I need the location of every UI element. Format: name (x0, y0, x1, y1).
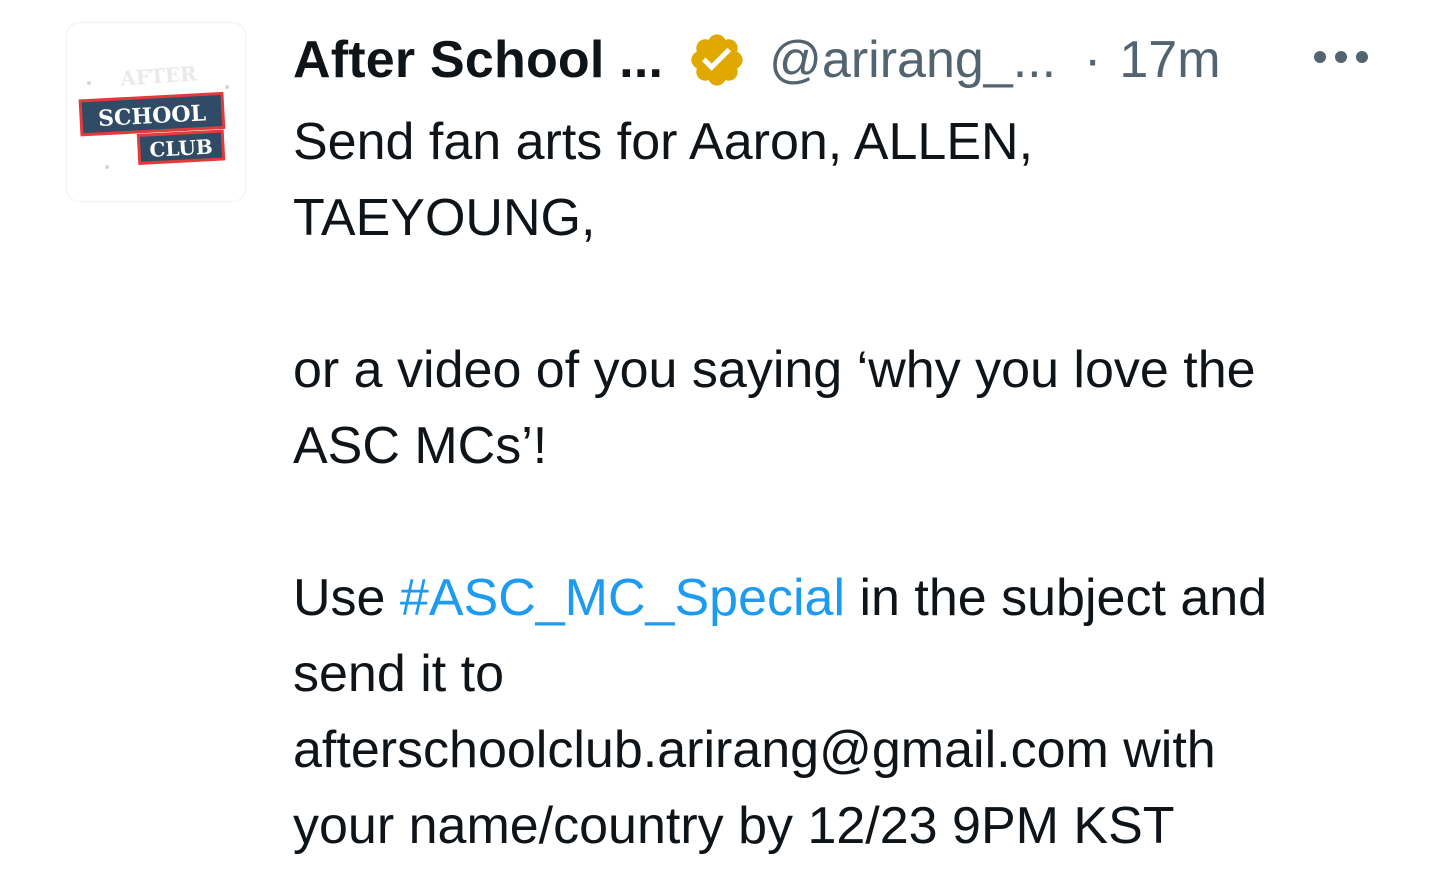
display-name[interactable]: After School ... (293, 30, 663, 90)
user-handle[interactable]: @arirang_... (769, 30, 1056, 90)
tweet-text-line: TAEYOUNG, (293, 189, 596, 247)
hashtag-link[interactable]: #ASC_MC_Special (400, 569, 845, 627)
paragraph-break (293, 256, 1403, 332)
tweet-text-line: your name/country by 12/23 9PM KST (293, 797, 1175, 855)
verified-badge-icon[interactable] (687, 30, 747, 90)
tweet-card[interactable]: AFTER SCHOOL CLUB After School ... @arir… (0, 0, 1440, 876)
tweet-text-line: or a video of you saying ‘why you love t… (293, 341, 1256, 399)
tweet-text-line: ASC MCs’! (293, 417, 548, 475)
paragraph-break (293, 484, 1403, 560)
text-fragment: in the subject and (845, 569, 1268, 627)
more-horizontal-icon[interactable] (1312, 42, 1370, 72)
text-fragment: Use (293, 569, 400, 627)
tweet-header: After School ... @arirang_... · 17m (293, 20, 1221, 100)
tweet-text-line: Use #ASC_MC_Special in the subject and (293, 560, 1403, 636)
tweet-text: Send fan arts for Aaron, ALLEN, TAEYOUNG… (293, 104, 1403, 864)
timestamp[interactable]: 17m (1119, 30, 1220, 90)
avatar[interactable]: AFTER SCHOOL CLUB (66, 22, 246, 202)
tweet-text-line: Send fan arts for Aaron, ALLEN, (293, 113, 1034, 171)
separator-dot: · (1084, 31, 1102, 89)
after-school-club-logo: AFTER SCHOOL CLUB (67, 23, 245, 201)
svg-text:CLUB: CLUB (149, 135, 213, 162)
tweet-text-line: send it to (293, 645, 505, 703)
tweet-text-line: afterschoolclub.arirang@gmail.com with (293, 721, 1216, 779)
